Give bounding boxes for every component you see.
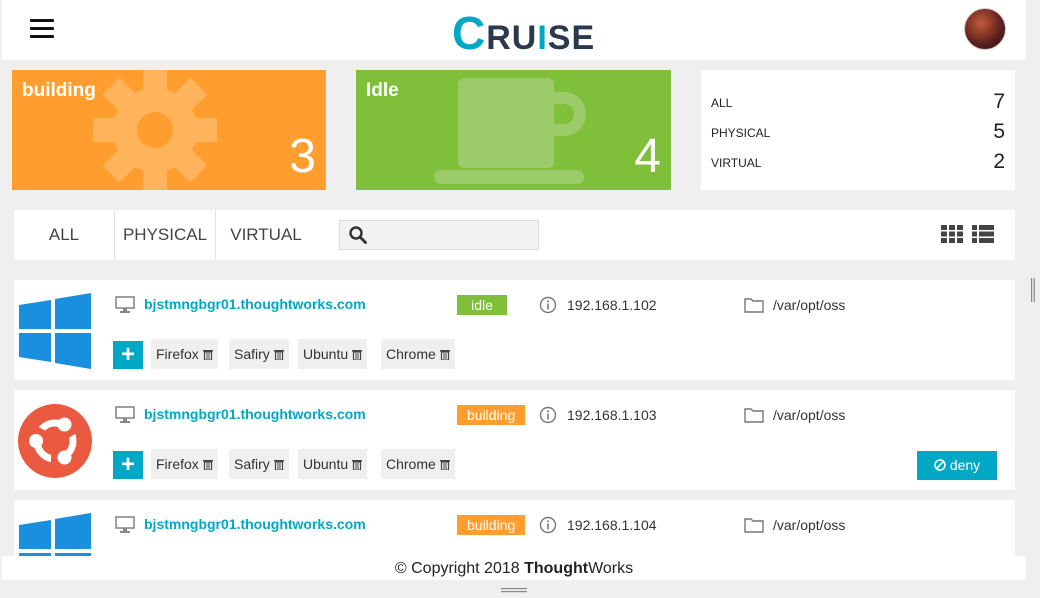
resource-label: Safiry (234, 346, 270, 362)
agent-hostname-link[interactable]: bjstmngbgr01.thoughtworks.com (144, 516, 366, 532)
add-resource-button[interactable]: + (113, 451, 143, 479)
stat-label: ALL (711, 96, 733, 110)
resource-label: Firefox (156, 456, 199, 472)
folder-icon (744, 518, 764, 533)
agent-path: /var/opt/oss (773, 517, 846, 533)
idle-card[interactable]: Idle 4 (356, 70, 671, 190)
app-frame: CRUISE building 3 Idle 4 ALL 7 PHYSICAL … (2, 0, 1026, 580)
avatar[interactable] (964, 8, 1006, 50)
logo-letter-i: I (537, 19, 548, 57)
agent-ip: 192.168.1.102 (567, 297, 657, 313)
search-input[interactable] (376, 221, 538, 251)
folder-icon (744, 408, 764, 423)
brand-rest: Works (588, 560, 634, 577)
info-icon (539, 516, 557, 534)
stat-value: 2 (993, 150, 1005, 173)
windows-icon (19, 293, 91, 369)
resource-tag: Chrome (381, 339, 455, 369)
deny-button[interactable]: deny (917, 451, 997, 480)
stats-panel: ALL 7 PHYSICAL 5 VIRTUAL 2 (701, 70, 1015, 190)
resource-tag: Safiry (229, 339, 289, 369)
status-badge: building (457, 405, 526, 425)
agent-hostname-link[interactable]: bjstmngbgr01.thoughtworks.com (144, 296, 366, 312)
monitor-icon (115, 406, 135, 423)
deny-label: deny (949, 457, 981, 473)
resource-label: Chrome (386, 346, 436, 362)
monitor-icon (115, 296, 135, 313)
logo-letters-ru: RU (486, 19, 538, 57)
filter-bar: ALL PHYSICAL VIRTUAL (14, 210, 1015, 260)
monitor-icon (115, 516, 135, 533)
resource-tag: Chrome (381, 449, 455, 479)
building-card[interactable]: building 3 (12, 70, 326, 190)
logo-letter-c: C (452, 7, 487, 59)
stat-physical: PHYSICAL 5 (711, 120, 1005, 150)
header: CRUISE (2, 0, 1026, 60)
agent-hostname-link[interactable]: bjstmngbgr01.thoughtworks.com (144, 406, 366, 422)
agent-row: bjstmngbgr01.thoughtworks.com building 1… (14, 390, 1015, 490)
search-box[interactable] (339, 220, 539, 251)
stat-all: ALL 7 (711, 90, 1005, 120)
resource-label: Safiry (234, 456, 270, 472)
stat-value: 7 (993, 90, 1005, 113)
trash-icon[interactable] (439, 459, 450, 470)
stat-label: VIRTUAL (711, 156, 762, 170)
resource-label: Ubuntu (303, 456, 349, 472)
building-card-label: building (22, 80, 96, 101)
agent-row: bjstmngbgr01.thoughtworks.com idle 192.1… (14, 280, 1015, 380)
idle-card-label: Idle (366, 80, 399, 101)
trash-icon[interactable] (273, 459, 284, 470)
resource-tag: Ubuntu (298, 449, 368, 479)
list-view-icon[interactable] (972, 225, 994, 243)
stat-label: PHYSICAL (711, 126, 771, 140)
resize-handle-right[interactable] (1031, 278, 1035, 302)
idle-count: 4 (634, 130, 661, 183)
trash-icon[interactable] (202, 459, 213, 470)
resource-label: Ubuntu (303, 346, 349, 362)
add-resource-button[interactable]: + (113, 341, 143, 369)
resource-tag: Firefox (151, 449, 218, 479)
trash-icon[interactable] (439, 349, 450, 360)
agent-ip: 192.168.1.104 (567, 517, 657, 533)
stat-virtual: VIRTUAL 2 (711, 150, 1005, 180)
grid-view-icon[interactable] (941, 225, 963, 243)
agent-path: /var/opt/oss (773, 297, 846, 313)
agent-path: /var/opt/oss (773, 407, 846, 423)
footer: © Copyright 2018 ThoughtWorks (2, 556, 1026, 580)
resize-handle-bottom[interactable] (501, 588, 527, 593)
trash-icon[interactable] (273, 349, 284, 360)
trash-icon[interactable] (352, 349, 363, 360)
ban-icon (934, 459, 946, 471)
brand-bold: Thought (524, 560, 589, 577)
resource-tag: Safiry (229, 449, 289, 479)
trash-icon[interactable] (352, 459, 363, 470)
resource-tag: Firefox (151, 339, 218, 369)
info-icon (539, 296, 557, 314)
ubuntu-icon (18, 404, 92, 478)
trash-icon[interactable] (202, 349, 213, 360)
agent-ip: 192.168.1.103 (567, 407, 657, 423)
gear-icon (93, 70, 217, 190)
logo-letters-se: SE (547, 19, 596, 57)
tab-all[interactable]: ALL (14, 210, 115, 260)
stat-value: 5 (993, 120, 1005, 143)
resource-label: Chrome (386, 456, 436, 472)
resource-tag: Ubuntu (298, 339, 368, 369)
copyright-text: © Copyright 2018 (394, 560, 525, 577)
status-badge: building (457, 515, 526, 535)
building-count: 3 (289, 130, 316, 183)
tab-physical[interactable]: PHYSICAL (115, 210, 216, 260)
tab-virtual[interactable]: VIRTUAL (216, 210, 316, 260)
status-badge: idle (457, 295, 507, 315)
resource-label: Firefox (156, 346, 199, 362)
info-icon (539, 406, 557, 424)
logo: CRUISE (452, 6, 595, 60)
coffee-cup-icon (434, 78, 586, 184)
folder-icon (744, 298, 764, 313)
search-icon (349, 226, 367, 244)
menu-icon[interactable] (30, 19, 54, 39)
